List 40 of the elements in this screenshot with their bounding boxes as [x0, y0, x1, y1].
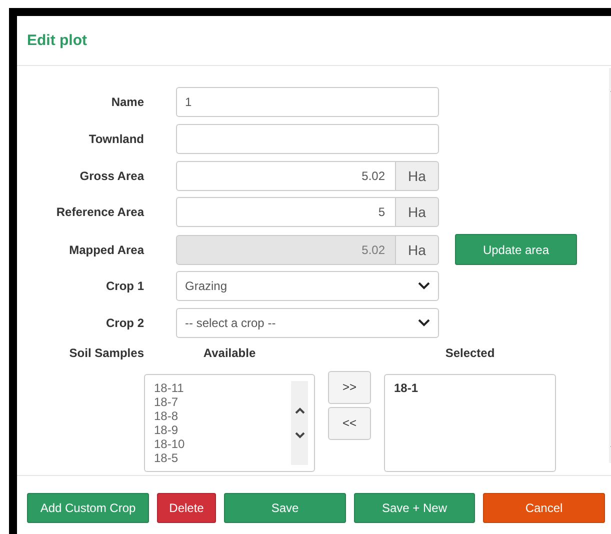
area-field[interactable]: 5.02	[176, 160, 396, 191]
text-field[interactable]: 1	[176, 87, 439, 117]
selected-list[interactable]: 18-1	[384, 374, 556, 472]
chevron-down-icon	[294, 432, 304, 439]
footer-button[interactable]: Add Custom Crop	[27, 493, 149, 523]
list-item[interactable]: 18-7	[154, 394, 291, 409]
chevron-down-icon	[418, 282, 430, 290]
chevron-up-icon	[294, 406, 304, 414]
list-item[interactable]: 18-11	[154, 380, 291, 395]
field-label: Mapped Area	[69, 242, 144, 257]
chevron-down-icon	[418, 318, 430, 327]
unit-label: Ha	[396, 197, 439, 228]
field-label: Townland	[88, 132, 144, 146]
field-label: Crop 1	[106, 278, 144, 293]
field-label: Name	[111, 95, 144, 109]
crop-select[interactable]: -- select a crop --	[176, 308, 439, 338]
field-label: Reference Area	[56, 205, 144, 220]
footer-button[interactable]: Save	[224, 493, 346, 523]
unit-label: Ha	[396, 160, 439, 191]
list-item[interactable]: 18-1	[394, 380, 549, 395]
available-list[interactable]: 18-11 18-7 18-8 18-9 18-10 18-5	[144, 374, 315, 472]
column-heading: Selected	[445, 346, 495, 360]
field-label: Soil Samples	[69, 346, 144, 360]
list-item[interactable]: 18-8	[154, 408, 291, 423]
list-item[interactable]: 18-5	[154, 450, 291, 465]
crop-select[interactable]: Grazing	[176, 270, 439, 301]
remove-button[interactable]: <<	[328, 406, 371, 440]
unit-label: Ha	[396, 234, 439, 265]
dialog-title: Edit plot	[27, 32, 87, 49]
field-label: Crop 2	[106, 316, 144, 330]
list-item[interactable]: 18-10	[154, 436, 291, 451]
footer-button[interactable]: Cancel	[483, 493, 605, 523]
footer-button[interactable]: Delete	[157, 493, 216, 523]
list-item[interactable]: 18-9	[154, 422, 291, 437]
add-button[interactable]: >>	[328, 370, 371, 404]
text-field[interactable]	[176, 124, 439, 154]
field-label: Gross Area	[80, 168, 144, 183]
column-heading: Available	[203, 346, 256, 360]
area-field[interactable]: 5	[176, 197, 396, 228]
footer-button[interactable]: Save + New	[354, 493, 475, 523]
